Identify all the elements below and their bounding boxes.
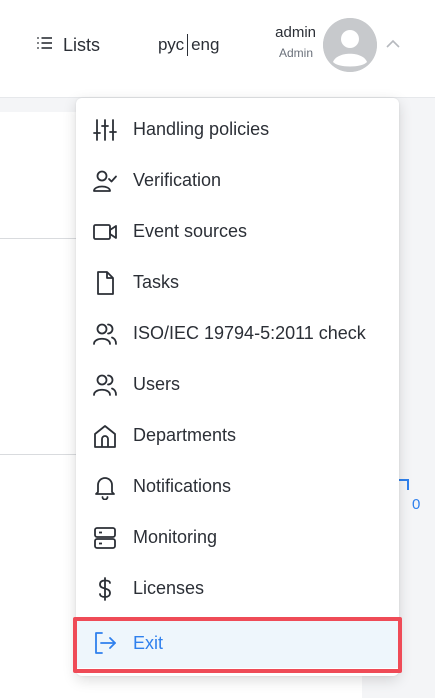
menu-item-exit[interactable]: Exit: [76, 618, 399, 668]
menu-item-label: Monitoring: [133, 527, 218, 547]
menu-item-label: Users: [133, 374, 181, 394]
lang-en-option[interactable]: eng: [191, 35, 219, 55]
menu-item-licenses[interactable]: Licenses: [76, 563, 399, 614]
sliders-icon: [92, 117, 118, 143]
menu-item-users[interactable]: Users: [76, 359, 399, 410]
avatar[interactable]: [323, 18, 377, 72]
server-icon: [92, 525, 118, 551]
menu-item-departments[interactable]: Departments: [76, 410, 399, 461]
document-icon: [92, 270, 118, 296]
menu-item-tasks[interactable]: Tasks: [76, 257, 399, 308]
chevron-up-icon[interactable]: [384, 35, 402, 53]
home-icon: [92, 423, 118, 449]
menu-item-monitoring[interactable]: Monitoring: [76, 512, 399, 563]
user-role: Admin: [278, 46, 313, 60]
badge-count: 0: [412, 496, 421, 513]
logout-icon: [92, 630, 118, 656]
menu-item-verification[interactable]: Verification: [76, 155, 399, 206]
menu-item-label: ISO/IEC 19794-5:2011 check: [133, 323, 366, 343]
menu-item-label: Tasks: [133, 272, 180, 292]
language-switcher: рус eng: [158, 33, 219, 57]
lang-ru-option[interactable]: рус: [158, 35, 184, 55]
user-name: admin: [275, 24, 316, 41]
user-check-icon: [92, 168, 118, 194]
menu-item-iso-check[interactable]: ISO/IEC 19794-5:2011 check: [76, 308, 399, 359]
menu-item-label: Handling policies: [133, 119, 270, 139]
menu-item-label: Notifications: [133, 476, 232, 496]
lists-button[interactable]: Lists: [35, 33, 100, 57]
video-camera-icon: [92, 219, 118, 245]
bell-icon: [92, 474, 118, 500]
user-dropdown-menu: Handling policies Verification Event sou…: [76, 98, 399, 676]
users-icon: [92, 321, 118, 347]
list-icon: [35, 33, 55, 58]
menu-item-label: Departments: [133, 425, 237, 445]
top-header: Lists рус eng admin Admin: [0, 0, 435, 98]
dollar-icon: [92, 576, 118, 602]
menu-item-handling-policies[interactable]: Handling policies: [76, 104, 399, 155]
menu-item-label: Event sources: [133, 221, 248, 241]
lang-divider: [187, 34, 189, 56]
menu-item-event-sources[interactable]: Event sources: [76, 206, 399, 257]
users-icon: [92, 372, 118, 398]
lists-label: Lists: [63, 34, 101, 55]
menu-item-notifications[interactable]: Notifications: [76, 461, 399, 512]
menu-item-label: Verification: [133, 170, 222, 190]
menu-item-label: Licenses: [133, 578, 205, 598]
user-avatar-icon: [323, 18, 377, 72]
menu-item-label: Exit: [133, 632, 164, 653]
